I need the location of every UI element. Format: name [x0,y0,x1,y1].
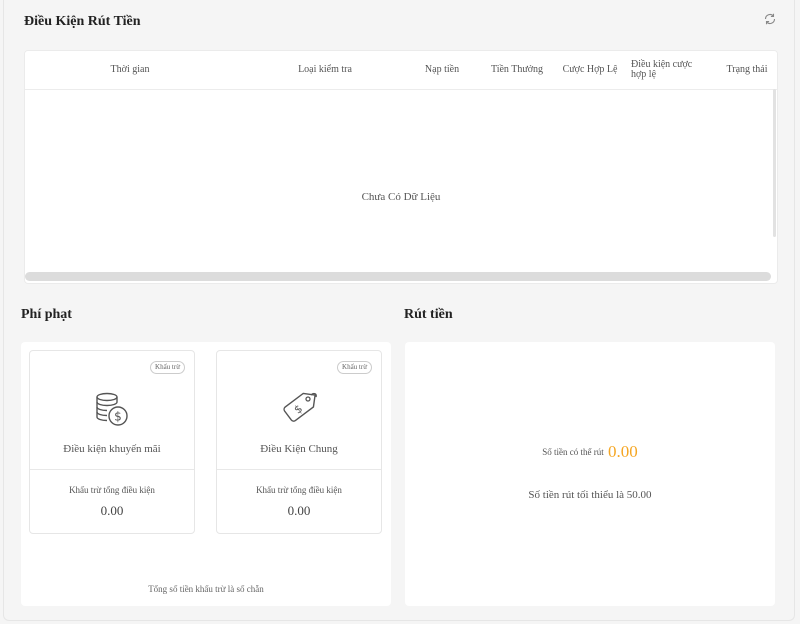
withdraw-page: Điều Kiện Rút Tiền Thời gian Loại kiểm t… [3,0,795,621]
card-divider [30,469,194,470]
column-header-time: Thời gian [110,64,150,75]
penalty-section-title: Phí phạt [21,307,72,322]
empty-state-text: Chưa Có Dữ Liệu [361,191,441,203]
refresh-icon[interactable] [761,12,779,30]
conditions-table: Thời gian Loại kiểm tra Nạp tiền Tiền Th… [24,50,778,284]
promo-condition-card: Khấu trừ $ Điều kiện khuyến mãi Khấu trừ… [29,350,195,534]
column-header-bonus: Tiền Thưởng [490,64,544,75]
column-header-valid-bet: Cược Hợp Lệ [562,64,618,75]
card-value: 0.00 [287,503,311,518]
vertical-scrollbar[interactable] [773,89,776,237]
refresh-icon-glyph [764,13,776,25]
page-title: Điều Kiện Rút Tiền [24,14,141,29]
column-header-deposit: Nạp tiền [424,64,460,75]
column-header-valid-bet-condition: Điều kiện cược hợp lệ [631,59,693,80]
column-header-status: Trạng thái [726,64,768,75]
deduct-badge: Khấu trừ [150,361,185,374]
deduction-note: Tổng số tiền khấu trừ là số chẵn [148,584,264,594]
card-divider [217,469,381,470]
general-condition-card: Khấu trừ $ Điều Kiện Chung Khấu trừ tổng… [216,350,382,534]
coins-dollar-icon: $ [96,392,128,426]
withdraw-section-title: Rút tiền [404,307,453,322]
available-amount-line: Số tiền có thể rút 0.00 [405,442,775,462]
svg-text:$: $ [114,410,122,424]
horizontal-scrollbar[interactable] [25,272,771,281]
card-value: 0.00 [100,503,124,518]
card-title: Điều kiện khuyến mãi [63,443,161,455]
table-header: Thời gian Loại kiểm tra Nạp tiền Tiền Th… [25,51,777,90]
available-amount-label: Số tiền có thể rút [542,447,604,457]
penalty-panel: Khấu trừ $ Điều kiện khuyến mãi Khấu trừ… [21,342,391,606]
price-tag-dollar-icon: $ [283,392,317,422]
card-subtitle: Khấu trừ tổng điều kiện [69,485,155,495]
withdraw-panel: Số tiền có thể rút 0.00 Số tiền rút tối … [405,342,775,606]
column-header-check-type: Loại kiểm tra [298,64,352,75]
card-subtitle: Khấu trừ tổng điều kiện [256,485,342,495]
available-amount-value: 0.00 [608,442,638,461]
deduct-badge: Khấu trừ [337,361,372,374]
card-title: Điều Kiện Chung [260,443,338,455]
minimum-withdraw-text: Số tiền rút tối thiểu là 50.00 [528,489,652,501]
